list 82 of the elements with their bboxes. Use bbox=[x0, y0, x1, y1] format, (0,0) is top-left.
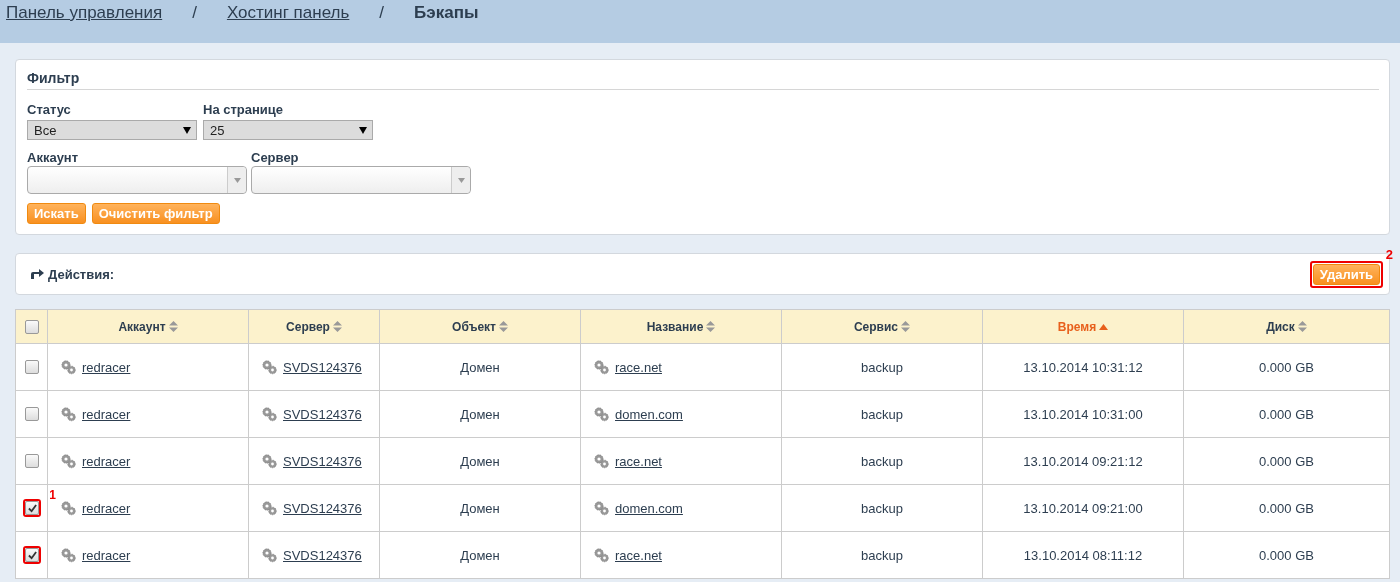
table-cell: backup bbox=[861, 453, 903, 469]
table-cell: 0.000 GB bbox=[1259, 547, 1314, 563]
domain-link[interactable]: race.net bbox=[615, 453, 662, 469]
table-cell: backup bbox=[861, 547, 903, 563]
breadcrumb-separator: / bbox=[379, 3, 385, 23]
table-cell: 13.10.2014 09:21:12 bbox=[1023, 453, 1143, 469]
gears-icon bbox=[60, 547, 77, 563]
redirect-arrow-icon bbox=[31, 269, 44, 279]
server-link[interactable]: SVDS124376 bbox=[283, 453, 362, 469]
gears-icon bbox=[261, 547, 278, 563]
dropdown[interactable]: Все bbox=[27, 120, 197, 140]
dropdown-arrow-icon bbox=[183, 126, 191, 134]
gears-icon bbox=[593, 547, 610, 563]
domain-link[interactable]: domen.com bbox=[615, 500, 683, 516]
field-label: Аккаунт bbox=[27, 150, 80, 165]
column-header[interactable]: Название bbox=[646, 319, 716, 334]
checkbox[interactable] bbox=[25, 319, 39, 334]
gears-icon bbox=[60, 500, 77, 516]
table-cell: 13.10.2014 08:11:12 bbox=[1023, 547, 1143, 563]
page-title: Бэкапы bbox=[414, 3, 479, 23]
annotation-number: 2 bbox=[1385, 246, 1393, 262]
gears-icon bbox=[593, 406, 610, 422]
column-header[interactable]: Аккаунт bbox=[118, 319, 178, 334]
account-link[interactable]: redracer bbox=[82, 547, 131, 563]
server-link[interactable]: SVDS124376 bbox=[283, 500, 362, 516]
table-cell: backup bbox=[861, 359, 903, 375]
account-link[interactable]: redracer bbox=[82, 500, 131, 516]
account-link[interactable]: redracer bbox=[82, 359, 131, 375]
column-header[interactable]: Сервер bbox=[286, 319, 342, 334]
table-cell: Домен bbox=[460, 406, 500, 422]
table-cell: 13.10.2014 10:31:00 bbox=[1023, 406, 1143, 422]
table-cell: 0.000 GB bbox=[1259, 406, 1314, 422]
column-header[interactable]: Диск bbox=[1266, 319, 1307, 334]
table-cell: 13.10.2014 10:31:12 bbox=[1023, 359, 1143, 375]
dropdown[interactable]: 25 bbox=[203, 120, 373, 140]
breadcrumb-link[interactable]: Панель управления bbox=[6, 3, 163, 23]
breadcrumb-link[interactable]: Хостинг панель bbox=[226, 3, 350, 23]
gears-icon bbox=[261, 359, 278, 375]
table-cell: Домен bbox=[460, 500, 500, 516]
dropdown-arrow-icon bbox=[457, 177, 465, 183]
field-label: На странице bbox=[203, 102, 285, 117]
gears-icon bbox=[60, 406, 77, 422]
table-cell: Домен bbox=[460, 359, 500, 375]
gears-icon bbox=[593, 453, 610, 469]
breadcrumb-separator: / bbox=[192, 3, 197, 23]
gears-icon bbox=[60, 453, 77, 469]
domain-link[interactable]: race.net bbox=[615, 547, 662, 563]
gears-icon bbox=[261, 500, 278, 516]
dropdown-arrow-icon bbox=[233, 177, 241, 183]
server-link[interactable]: SVDS124376 bbox=[283, 406, 362, 422]
checkbox[interactable] bbox=[25, 407, 39, 421]
annotation-number: 1 bbox=[49, 488, 56, 502]
server-link[interactable]: SVDS124376 bbox=[283, 547, 362, 563]
domain-link[interactable]: domen.com bbox=[615, 406, 683, 422]
field-label: Сервер bbox=[251, 150, 300, 165]
actions-label: Действия: bbox=[48, 266, 115, 282]
account-link[interactable]: redracer bbox=[82, 453, 131, 469]
gears-icon bbox=[261, 406, 278, 422]
column-header[interactable]: Сервис bbox=[853, 319, 911, 334]
table-cell: 0.000 GB bbox=[1259, 500, 1314, 516]
gears-icon bbox=[60, 359, 77, 375]
combobox[interactable] bbox=[251, 166, 471, 194]
dropdown-arrow-icon bbox=[359, 126, 367, 134]
domain-link[interactable]: race.net bbox=[615, 359, 662, 375]
table-cell: 13.10.2014 09:21:00 bbox=[1023, 500, 1143, 516]
table-cell: Домен bbox=[460, 453, 500, 469]
combobox[interactable] bbox=[27, 166, 247, 194]
table-cell: backup bbox=[861, 406, 903, 422]
gears-icon bbox=[261, 453, 278, 469]
checkbox[interactable] bbox=[25, 454, 39, 468]
table-cell: Домен bbox=[460, 547, 500, 563]
gears-icon bbox=[593, 500, 610, 516]
server-link[interactable]: SVDS124376 bbox=[283, 359, 362, 375]
gears-icon bbox=[593, 359, 610, 375]
checkbox[interactable] bbox=[25, 360, 39, 374]
table-cell: 0.000 GB bbox=[1259, 453, 1314, 469]
account-link[interactable]: redracer bbox=[82, 406, 131, 422]
filter-title: Фильтр bbox=[27, 70, 1379, 90]
field-label: Статус bbox=[27, 102, 72, 117]
column-header[interactable]: Объект bbox=[452, 319, 508, 334]
table-cell: 0.000 GB bbox=[1259, 359, 1314, 375]
table-cell: backup bbox=[861, 500, 903, 516]
